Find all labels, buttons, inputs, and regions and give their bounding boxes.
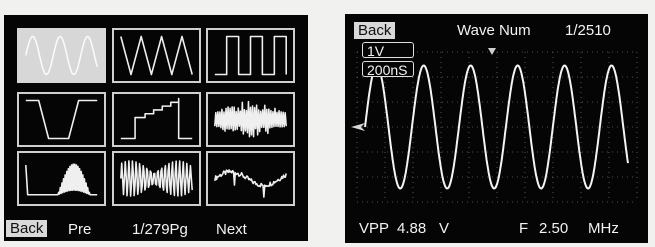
wave-thumb-modulated-graphic: [120, 160, 193, 197]
wave-thumb-pulse-burst-trace: [25, 163, 98, 196]
wave-thumb-staircase-graphic: [120, 97, 193, 140]
wave-counter: 1/2510: [565, 22, 611, 39]
wave-thumb-noise-burst-trace: [214, 100, 287, 138]
wave-thumb-trapezoid-trace: [25, 99, 98, 140]
next-page-button[interactable]: Next: [216, 221, 247, 238]
wave-thumb-staircase-trace: [120, 97, 193, 140]
volt-per-div-indicator[interactable]: 1V: [362, 42, 414, 59]
back-button[interactable]: Back: [6, 220, 48, 237]
frequency-label: F: [519, 220, 529, 237]
wave-thumb-sine-graphic: [25, 35, 98, 76]
wave-thumb-staircase[interactable]: [112, 92, 201, 147]
vpp-label: VPP: [359, 220, 390, 237]
wave-thumb-square-graphic: [214, 35, 287, 76]
waveform-library-screen: Back Pre 1/279Pg Next: [4, 15, 308, 241]
wave-thumb-noise-burst-graphic: [214, 100, 287, 138]
wave-thumb-pulse-burst[interactable]: [17, 151, 106, 206]
waveform-preview-screen: Back Wave Num 1/2510 1V 200nS VPP 4.88 V…: [345, 14, 648, 243]
wave-thumb-pulse-burst-graphic: [25, 163, 98, 196]
trigger-position-marker-icon: [488, 48, 496, 55]
wave-thumb-trapezoid-graphic: [25, 99, 98, 140]
wave-thumb-noise-burst[interactable]: [206, 92, 295, 147]
wave-thumb-square[interactable]: [206, 28, 295, 83]
time-per-div-indicator[interactable]: 200nS: [362, 61, 414, 78]
frequency-value: 2.50: [539, 220, 569, 237]
previous-page-button[interactable]: Pre: [68, 221, 91, 238]
library-menu-bar: Back Pre 1/279Pg Next: [4, 217, 308, 241]
page-indicator: 1/279Pg: [132, 221, 188, 238]
wave-thumb-modulated[interactable]: [112, 151, 201, 206]
wave-thumb-modulated-trace: [120, 160, 193, 197]
wave-thumb-triangle-graphic: [120, 35, 193, 76]
vpp-value: 4.88: [397, 220, 427, 237]
wave-thumb-noisy-sine-graphic: [214, 169, 287, 198]
waveform-trace: [364, 64, 629, 190]
back-button[interactable]: Back: [354, 22, 396, 39]
vpp-unit: V: [439, 220, 450, 237]
wave-thumb-sine[interactable]: [17, 28, 106, 83]
wave-thumb-sine-trace: [25, 35, 98, 76]
wave-num-label: Wave Num: [457, 22, 531, 39]
wave-thumb-triangle[interactable]: [112, 28, 201, 83]
wave-thumb-square-trace: [214, 35, 287, 76]
wave-thumb-triangle-trace: [120, 35, 193, 76]
wave-thumb-noisy-sine-trace: [214, 169, 287, 198]
wave-thumb-noisy-sine[interactable]: [206, 151, 295, 206]
frequency-unit: MHz: [588, 220, 619, 237]
wave-thumb-trapezoid[interactable]: [17, 92, 106, 147]
